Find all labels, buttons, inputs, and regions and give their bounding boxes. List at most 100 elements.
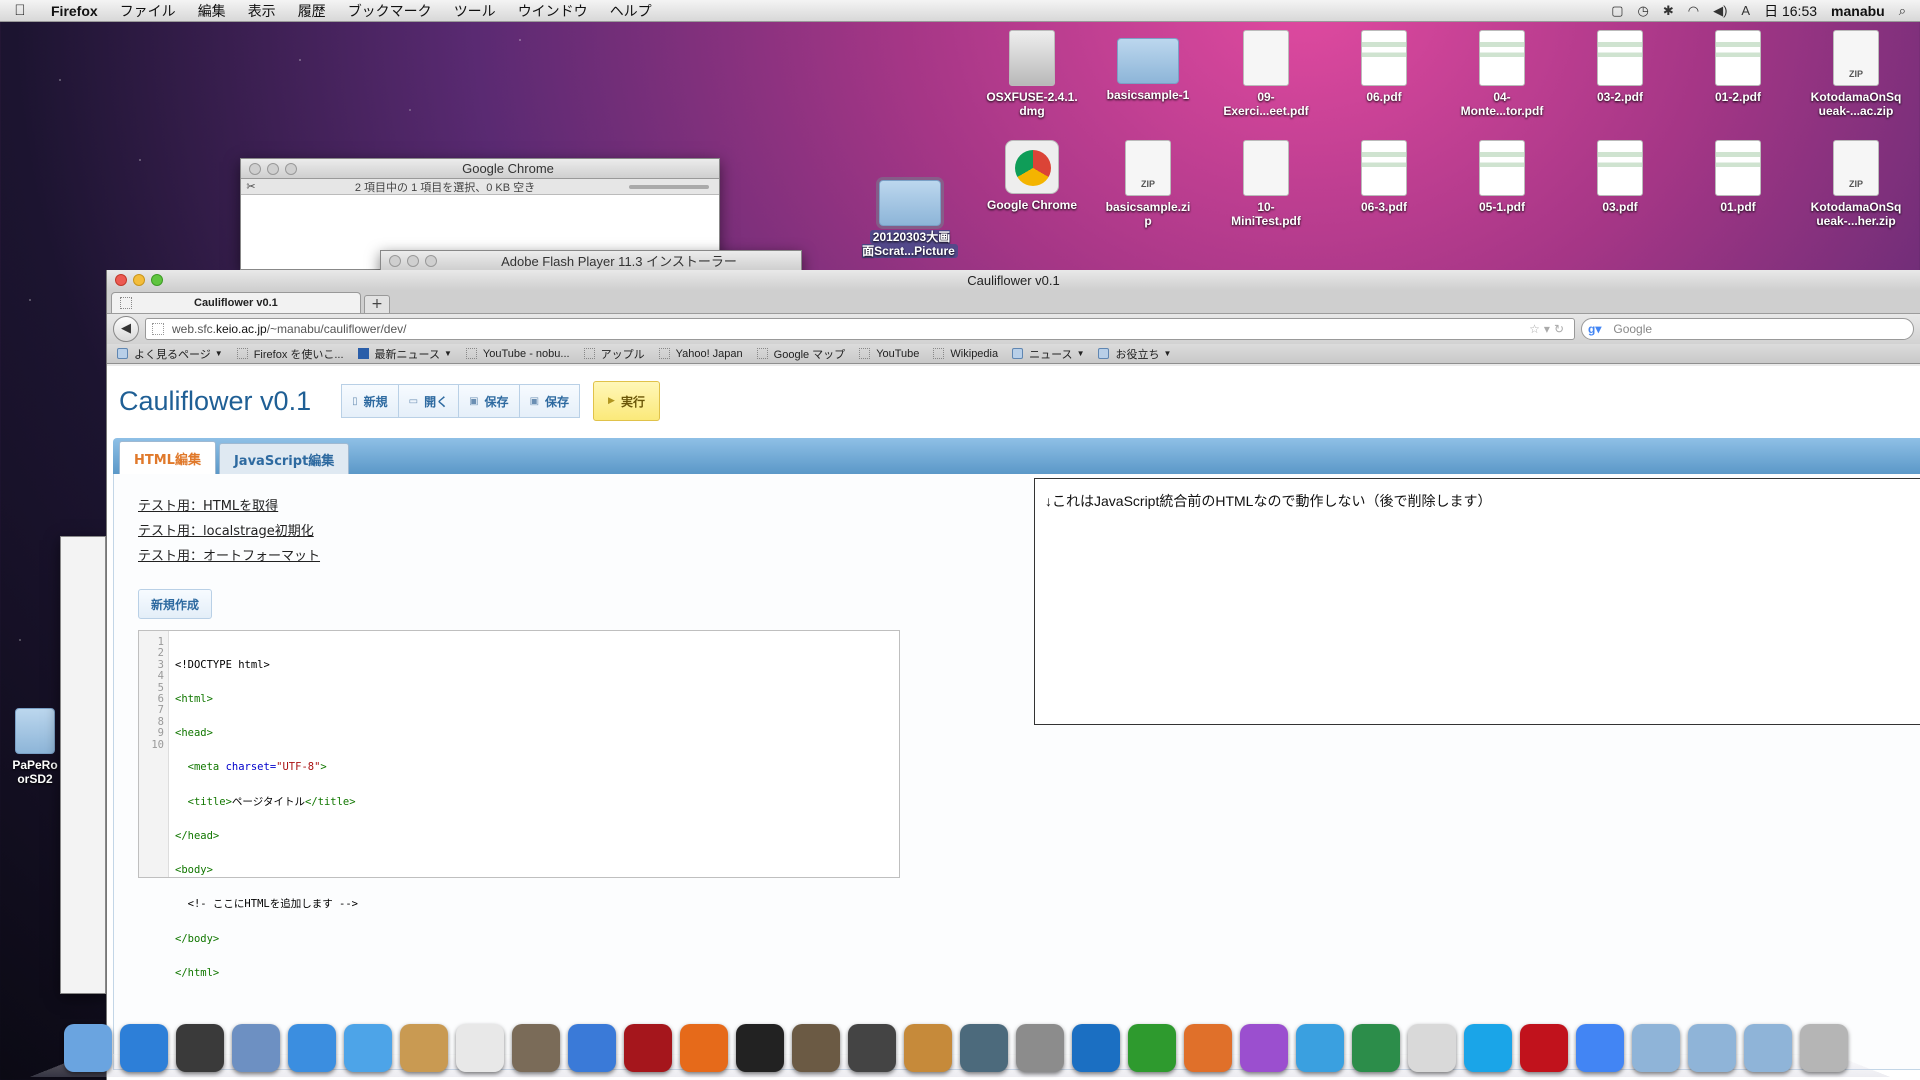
skype-icon[interactable] — [1464, 1024, 1512, 1072]
documents-stack-icon[interactable] — [1688, 1024, 1736, 1072]
bookmark-most-visited[interactable]: よく見るページ ▼ — [117, 346, 233, 362]
desktop-icon-osxfuse[interactable]: OSXFUSE-2.4.1. dmg — [980, 30, 1084, 118]
desktop-icon-06-pdf[interactable]: 06.pdf — [1332, 30, 1436, 104]
code-editor[interactable]: 1 2 3 4 5 6 7 8 9 10 <!DOCTYPE html> <ht… — [138, 630, 900, 979]
iphoto-icon[interactable] — [512, 1024, 560, 1072]
google-search-engine-icon[interactable]: g▾ — [1588, 322, 1601, 336]
menu-file[interactable]: ファイル — [109, 1, 187, 21]
bookmark-yahoo-japan[interactable]: Yahoo! Japan — [658, 348, 753, 360]
system-preferences-icon[interactable] — [1016, 1024, 1064, 1072]
new-create-button[interactable]: 新規作成 — [138, 589, 213, 619]
menu-bookmarks[interactable]: ブックマーク — [337, 1, 443, 21]
desktop-icon-01-pdf[interactable]: 01.pdf — [1686, 140, 1790, 214]
terminal-icon[interactable] — [736, 1024, 784, 1072]
save-as-button[interactable]: ▣ 保存 — [518, 384, 581, 418]
link-init-localstorage[interactable]: テスト用：localstrage初期化 — [138, 525, 320, 539]
finder-icon[interactable] — [64, 1024, 112, 1072]
back-button[interactable]: ◀ — [113, 316, 139, 342]
zoom-icon[interactable] — [151, 274, 163, 286]
chrome-icon[interactable] — [1576, 1024, 1624, 1072]
ical-icon[interactable] — [456, 1024, 504, 1072]
site-identity-icon[interactable] — [152, 323, 164, 335]
link-auto-format[interactable]: テスト用：オートフォーマット — [138, 550, 320, 564]
window-controls[interactable] — [115, 274, 163, 286]
open-file-button[interactable]: ▭ 開く — [397, 384, 460, 418]
menu-window[interactable]: ウインドウ — [507, 1, 599, 21]
time-machine-icon[interactable] — [960, 1024, 1008, 1072]
background-window-left[interactable] — [60, 536, 106, 994]
entourage-icon[interactable] — [1240, 1024, 1288, 1072]
desktop-icon-10-pdf[interactable]: 10- MiniTest.pdf — [1214, 140, 1318, 228]
desktop-icon-20120303-folder[interactable]: 20120303大画 面Scrat...Picture — [858, 172, 962, 258]
minimize-icon[interactable] — [267, 162, 279, 175]
desktop-icon-kotodama-mac-zip[interactable]: KotodamaOnSq ueak-...ac.zip — [1804, 30, 1908, 118]
bookmark-google-maps[interactable]: Google マップ — [756, 346, 856, 362]
desktop-icon-06-3-pdf[interactable]: 06-3.pdf — [1332, 140, 1436, 214]
imovie-icon[interactable] — [848, 1024, 896, 1072]
clock[interactable]: 日 16:53 — [1764, 1, 1817, 21]
downloader-icon[interactable] — [1352, 1024, 1400, 1072]
bookmark-youtube-nobu[interactable]: YouTube - nobu... — [465, 348, 580, 360]
chrome-window-titlebar[interactable]: Google Chrome — [241, 159, 719, 179]
dashboard-icon[interactable] — [176, 1024, 224, 1072]
address-book-icon[interactable] — [400, 1024, 448, 1072]
firefox-titlebar[interactable]: Cauliflower v0.1 — [107, 270, 1920, 290]
evernote-icon[interactable]: ▢ — [1611, 3, 1623, 19]
icon-size-slider[interactable] — [629, 184, 709, 189]
desktop-icon-05-1-pdf[interactable]: 05-1.pdf — [1450, 140, 1554, 214]
menu-app[interactable]: Firefox — [40, 3, 109, 19]
wifi-icon[interactable]: ◠ — [1688, 3, 1699, 19]
save-button[interactable]: ▣ 保存 — [458, 384, 520, 418]
browser-tab-cauliflower[interactable]: Cauliflower v0.1 — [111, 292, 361, 313]
safari-icon[interactable] — [288, 1024, 336, 1072]
word-icon[interactable] — [1072, 1024, 1120, 1072]
user-name[interactable]: manabu — [1831, 3, 1885, 19]
firefox-icon[interactable] — [680, 1024, 728, 1072]
desktop-icon-03-pdf[interactable]: 03.pdf — [1568, 140, 1672, 214]
flash-icon[interactable] — [1520, 1024, 1568, 1072]
zoom-icon[interactable] — [425, 254, 437, 267]
input-method-icon[interactable]: A — [1741, 3, 1750, 18]
new-file-button[interactable]: ▯ 新規 — [341, 384, 399, 418]
window-controls[interactable] — [249, 162, 297, 175]
desktop-icon-09-pdf[interactable]: 09- Exerci...eet.pdf — [1214, 30, 1318, 118]
bookmark-folder-useful[interactable]: お役立ち ▼ — [1098, 346, 1181, 362]
bookmark-firefox-getting-started[interactable]: Firefox を使いこ... — [236, 346, 354, 362]
desktop-icon-basicsample-zip[interactable]: basicsample.zi p — [1096, 140, 1200, 228]
messenger-icon[interactable] — [1296, 1024, 1344, 1072]
downloads-stack-icon[interactable] — [1744, 1024, 1792, 1072]
activity-icon[interactable] — [1408, 1024, 1456, 1072]
bookmark-folder-news[interactable]: ニュース ▼ — [1012, 346, 1094, 362]
applications-stack-icon[interactable] — [1632, 1024, 1680, 1072]
desktop-icon-03-2-pdf[interactable]: 03-2.pdf — [1568, 30, 1672, 104]
spotlight-icon[interactable]: ⌕ — [1899, 3, 1906, 19]
menu-history[interactable]: 履歴 — [287, 1, 337, 21]
close-icon[interactable] — [249, 162, 261, 175]
menu-help[interactable]: ヘルプ — [599, 1, 663, 21]
apple-menu-icon[interactable]:  — [0, 2, 40, 19]
url-text[interactable]: web.sfc.keio.ac.jp/~manabu/cauliflower/d… — [172, 322, 1529, 336]
itunes-icon[interactable] — [568, 1024, 616, 1072]
bookmark-star-icon[interactable]: ☆▾↻ — [1529, 322, 1574, 336]
code-content[interactable]: <!DOCTYPE html> <html> <head> <meta char… — [169, 631, 358, 979]
close-icon[interactable] — [115, 274, 127, 286]
app-store-icon[interactable] — [120, 1024, 168, 1072]
image-capture-icon[interactable] — [792, 1024, 840, 1072]
minimize-icon[interactable] — [133, 274, 145, 286]
volume-icon[interactable]: ◀) — [1713, 3, 1727, 19]
window-controls[interactable] — [389, 254, 437, 267]
run-button[interactable]: ▶ 実行 — [593, 381, 660, 421]
tab-javascript-edit[interactable]: JavaScript編集 — [218, 443, 350, 474]
zoom-icon[interactable] — [285, 162, 297, 175]
link-get-html[interactable]: テスト用：HTMLを取得 — [138, 500, 320, 514]
action-gear-icon[interactable]: ✂ — [241, 180, 261, 193]
desktop-icon-04-pdf[interactable]: 04- Monte...tor.pdf — [1450, 30, 1554, 118]
minimize-icon[interactable] — [407, 254, 419, 267]
desktop-icon-kotodama-her-zip[interactable]: KotodamaOnSq ueak-...her.zip — [1804, 140, 1908, 228]
desktop-icon-google-chrome[interactable]: Google Chrome — [980, 140, 1084, 212]
front-row-icon[interactable] — [624, 1024, 672, 1072]
bookmark-apple[interactable]: アップル — [583, 346, 655, 362]
menu-view[interactable]: 表示 — [237, 1, 287, 21]
desktop-icon-01-2-pdf[interactable]: 01-2.pdf — [1686, 30, 1790, 104]
ichat-icon[interactable] — [344, 1024, 392, 1072]
